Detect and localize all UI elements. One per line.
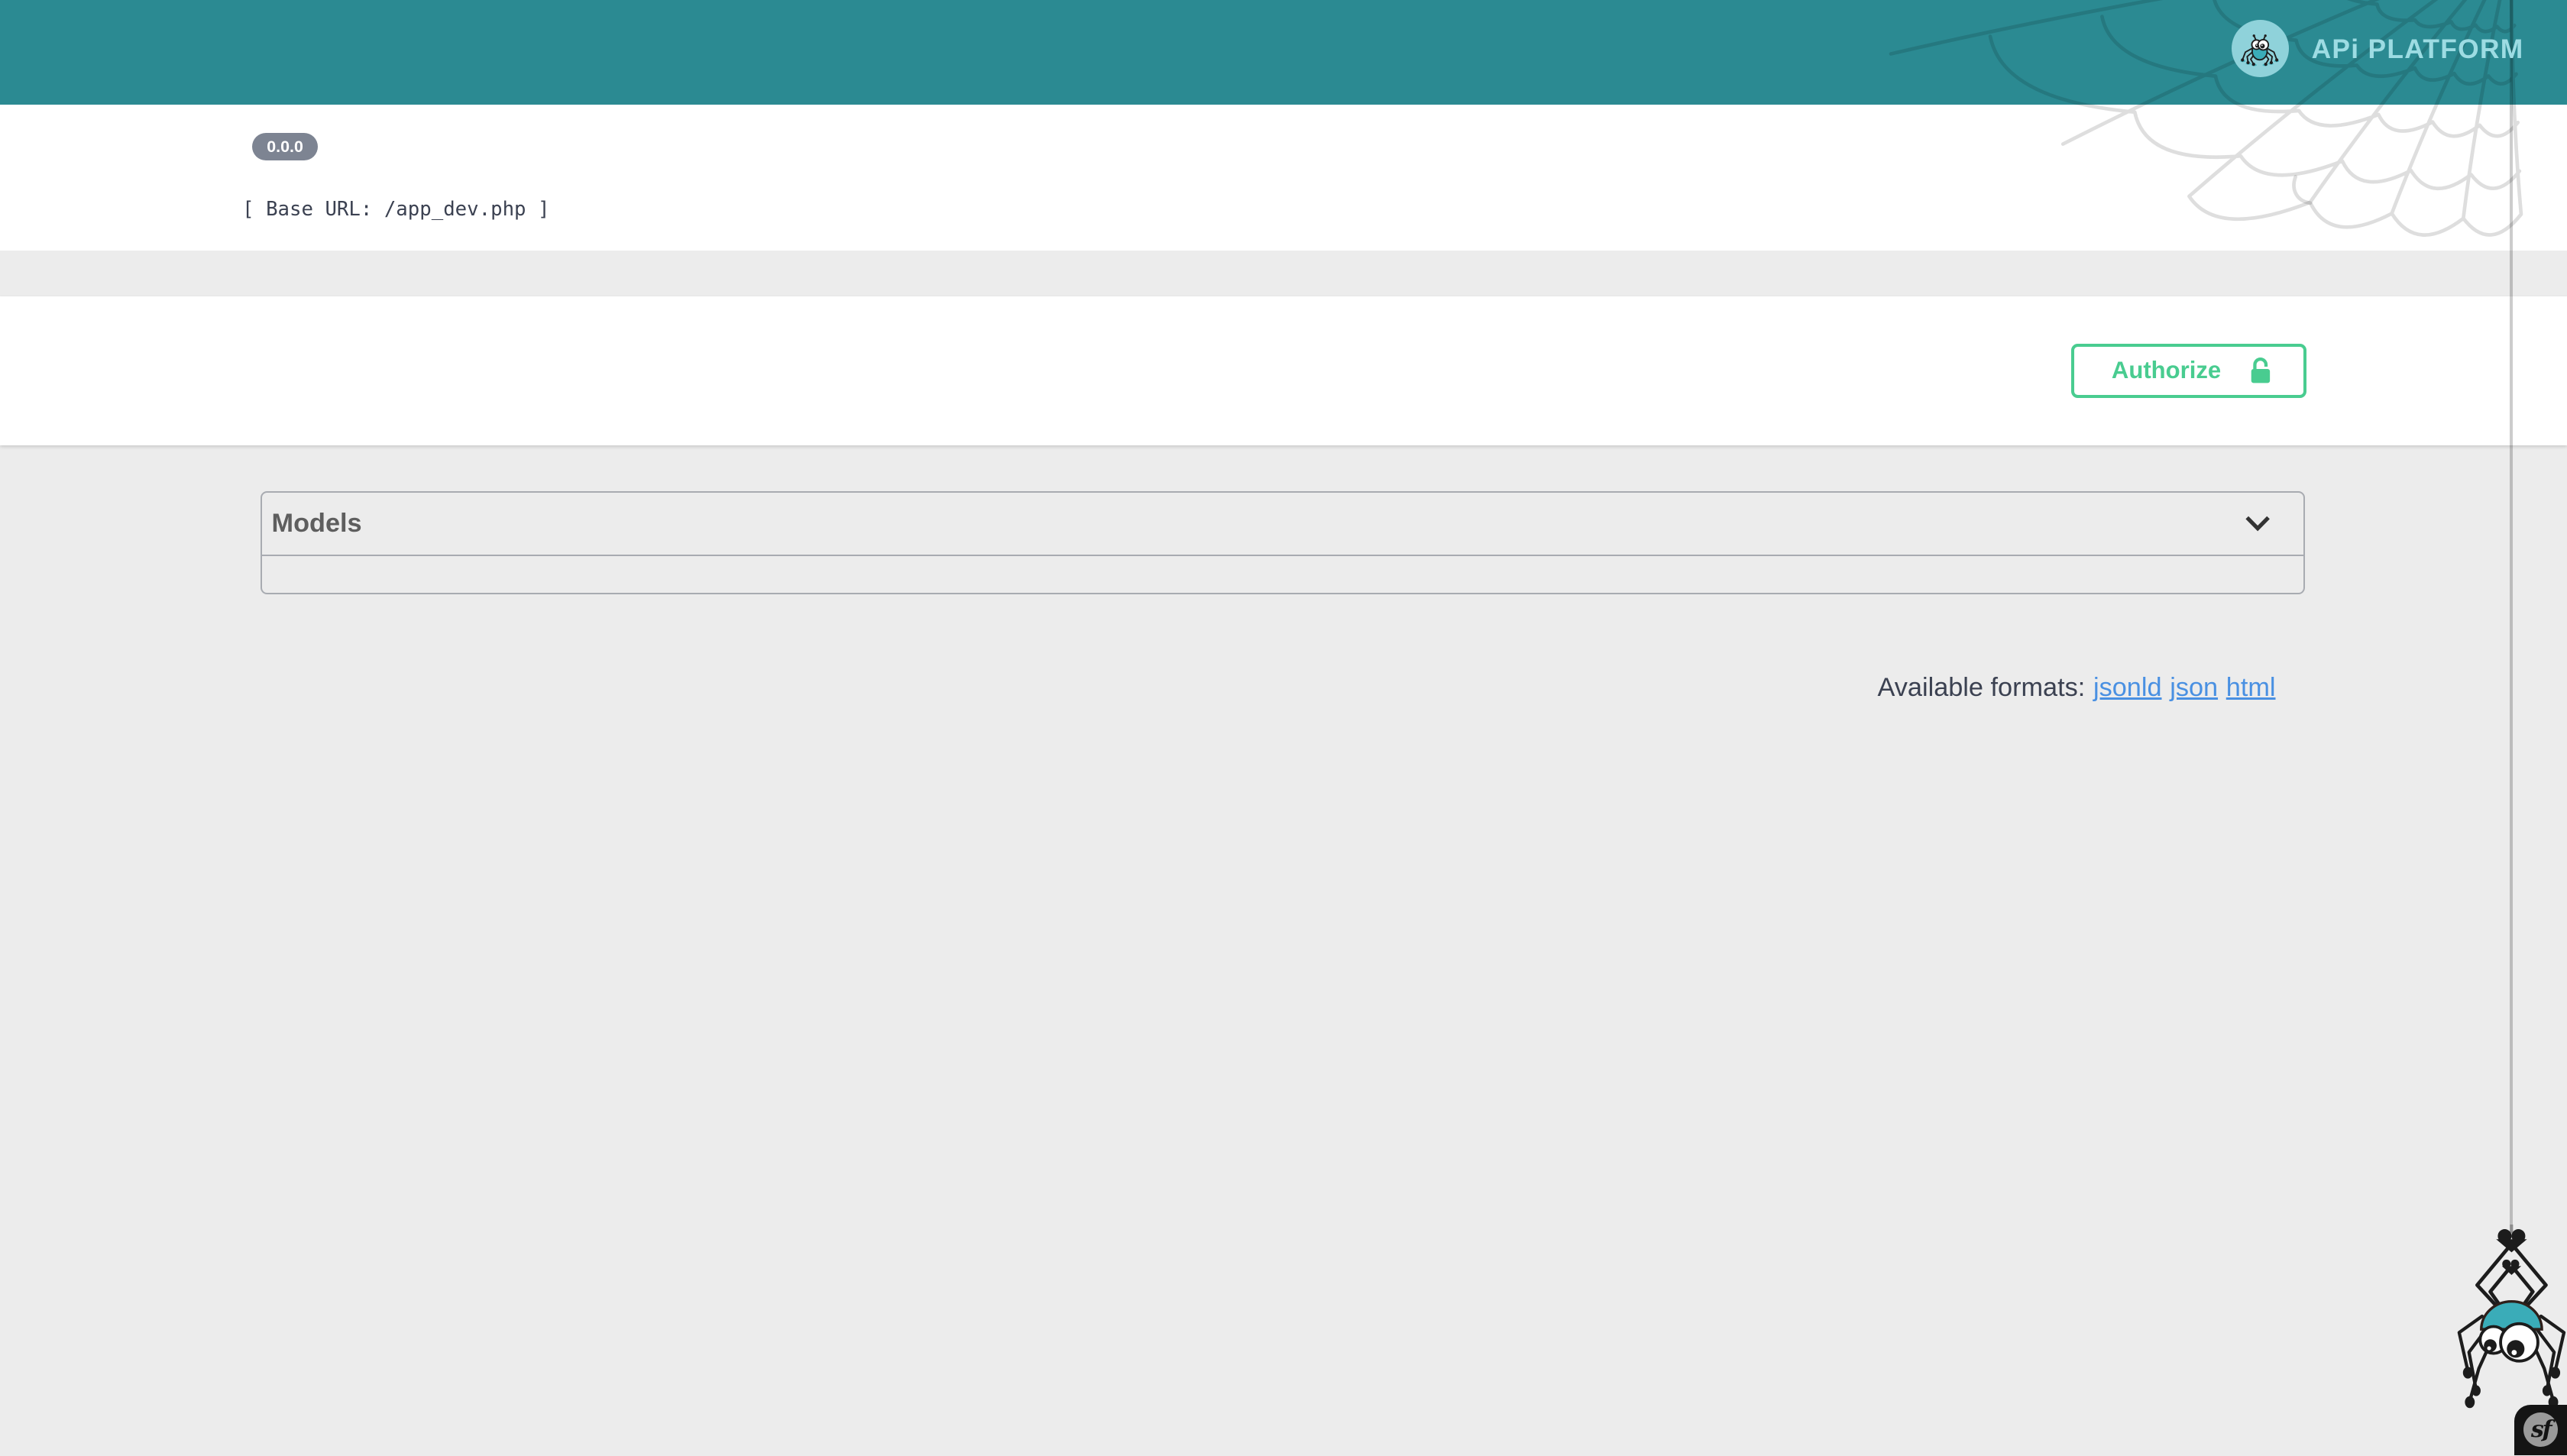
format-link-jsonld[interactable]: jsonld xyxy=(2093,673,2162,702)
chevron-down-icon[interactable] xyxy=(2245,516,2271,532)
available-formats: Available formats: jsonld json html xyxy=(1878,673,2276,703)
symfony-profiler-badge[interactable]: sf xyxy=(2514,1404,2567,1455)
authorize-button-label: Authorize xyxy=(2111,357,2222,384)
page: APi PLATFORM 0.0.0 [ Base URL: /app_dev.… xyxy=(0,0,2567,1455)
logo-spider-icon xyxy=(2240,34,2280,66)
api-info-section xyxy=(0,105,2567,251)
version-badge: 0.0.0 xyxy=(251,132,319,160)
base-url-label: [ Base URL: /app_dev.php ] xyxy=(242,198,550,222)
symfony-logo-icon: sf xyxy=(2523,1412,2559,1448)
spider-silk-thread xyxy=(2509,0,2514,1233)
models-section-header[interactable]: Models xyxy=(261,493,2304,557)
symfony-logo-text: sf xyxy=(2530,1416,2552,1443)
format-link-json[interactable]: json xyxy=(2170,673,2218,702)
models-empty-row xyxy=(262,556,2303,592)
available-formats-label: Available formats: xyxy=(1877,672,2086,702)
hanging-spider-mascot xyxy=(2457,1224,2565,1409)
top-header-bar xyxy=(0,0,2567,105)
authorize-button[interactable]: Authorize xyxy=(2070,343,2307,398)
brand-wordmark: APi PLATFORM xyxy=(2311,34,2524,64)
unlocked-padlock-icon xyxy=(2251,358,2270,383)
filter-band xyxy=(0,250,2567,296)
api-platform-logo xyxy=(2231,19,2289,77)
models-title: Models xyxy=(271,509,362,539)
format-link-html[interactable]: html xyxy=(2226,673,2276,702)
models-section: Models xyxy=(260,490,2306,594)
